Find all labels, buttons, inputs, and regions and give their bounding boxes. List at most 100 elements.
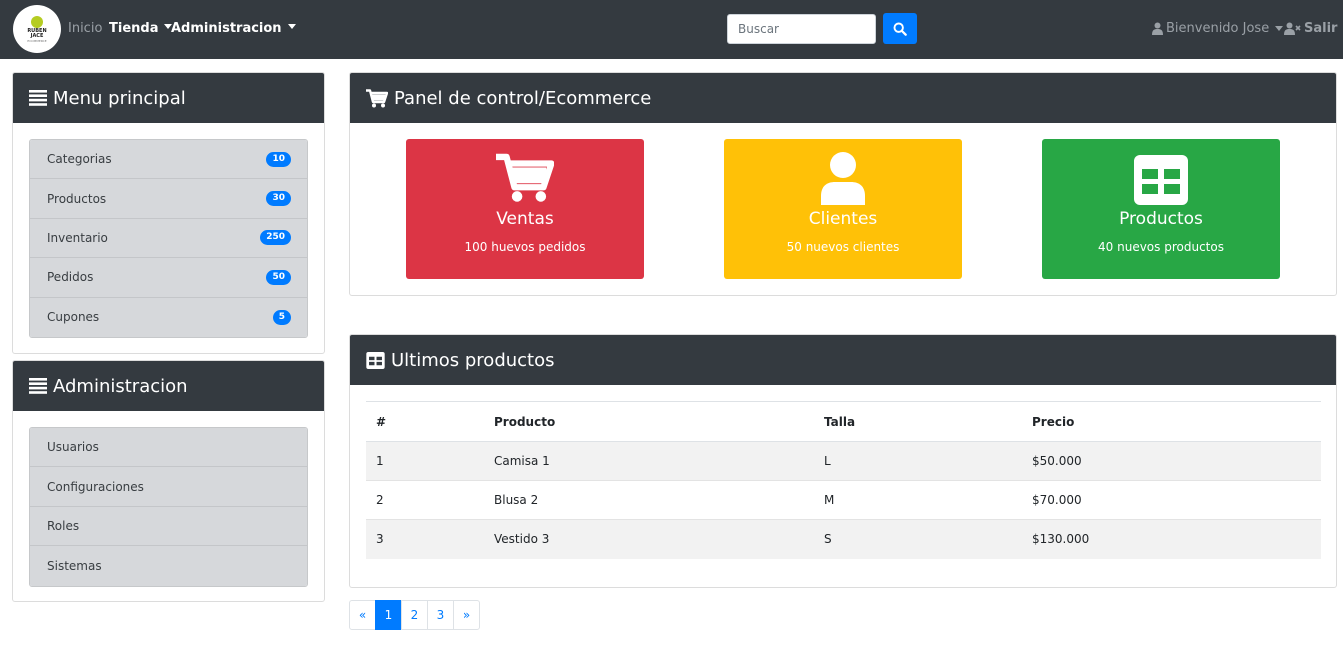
search-input[interactable] [727, 14, 876, 44]
search-icon [893, 22, 907, 36]
tile-ventas[interactable]: Ventas 100 huevos pedidos [406, 139, 644, 279]
pagination-next[interactable]: » [453, 600, 480, 630]
menu-item-label: Pedidos [47, 270, 94, 285]
bars-icon [29, 90, 47, 106]
logout-label: Salir [1304, 21, 1338, 36]
table-cell: Camisa 1 [484, 441, 814, 481]
tile-title: Clientes [808, 209, 878, 229]
logout-link[interactable]: Salir [1284, 20, 1337, 37]
products-table: # Producto Talla Precio 1 Camisa 1 L $50… [366, 401, 1321, 559]
table-header-row: # Producto Talla Precio [366, 401, 1321, 442]
admin-menu-list: Usuarios Configuraciones Roles Sistemas [29, 427, 308, 587]
user-icon [1152, 22, 1163, 35]
chevron-down-icon [1275, 26, 1284, 31]
column-header: Talla [814, 401, 1022, 442]
table-icon [1134, 155, 1188, 205]
user-dropdown[interactable]: Bienvenido Jose [1152, 20, 1284, 37]
welcome-label: Bienvenido Jose [1166, 21, 1270, 36]
top-navbar: RUBEN JACE ECOMMERCE Inicio Tienda Admin… [0, 0, 1343, 59]
main-menu-list: Categorias 10 Productos 30 Inventario 250 P… [29, 139, 308, 338]
pagination-page-1[interactable]: 1 [375, 600, 402, 630]
menu-item-label: Inventario [47, 230, 108, 245]
dashboard-header: Panel de control/Ecommerce [350, 73, 1336, 123]
count-badge: 5 [272, 309, 291, 325]
cart-icon [496, 153, 554, 202]
menu-item-label: Productos [47, 191, 107, 206]
tile-subtitle: 50 nuevos clientes [786, 240, 900, 254]
leaf-icon [31, 15, 43, 28]
nav-admin-label: Administracion [171, 21, 282, 36]
main-menu-card: Menu principal Categorias 10 Productos 30 … [12, 72, 325, 354]
menu-item-label: Configuraciones [47, 479, 144, 494]
chevron-down-icon [287, 24, 296, 29]
pagination-page-2[interactable]: 2 [401, 600, 428, 630]
menu-item-categorias[interactable]: Categorias 10 [30, 140, 307, 180]
tile-productos[interactable]: Productos 40 nuevos productos [1042, 139, 1280, 279]
menu-item-label: Usuarios [47, 440, 99, 455]
table-cell: $50.000 [1022, 441, 1321, 481]
table-icon [366, 351, 385, 369]
admin-menu-header: Administracion [13, 361, 324, 411]
user-times-icon [1284, 22, 1301, 35]
count-badge: 30 [266, 191, 291, 207]
menu-item-inventario[interactable]: Inventario 250 [30, 218, 307, 259]
admin-item-sistemas[interactable]: Sistemas [30, 546, 307, 586]
menu-item-productos[interactable]: Productos 30 [30, 179, 307, 219]
logo-line3: ECOMMERCE [27, 38, 47, 43]
table-cell: S [814, 519, 1022, 559]
latest-products-title: Ultimos productos [391, 349, 555, 371]
latest-products-header: Ultimos productos [350, 335, 1336, 385]
search-button[interactable] [883, 13, 917, 44]
pagination-prev[interactable]: « [349, 600, 376, 630]
menu-item-label: Roles [47, 518, 80, 533]
menu-item-label: Categorias [47, 152, 112, 167]
table-cell: 1 [366, 441, 484, 481]
table-cell: 3 [366, 519, 484, 559]
menu-item-label: Sistemas [47, 558, 102, 573]
admin-item-usuarios[interactable]: Usuarios [30, 428, 307, 468]
table-row: 2 Blusa 2 M $70.000 [366, 480, 1321, 520]
table-cell: 2 [366, 480, 484, 520]
menu-item-cupones[interactable]: Cupones 5 [30, 297, 307, 337]
latest-products-card: Ultimos productos # Producto Talla Preci… [349, 334, 1337, 588]
tile-subtitle: 100 huevos pedidos [464, 240, 586, 254]
column-header: Precio [1022, 401, 1321, 442]
column-header: # [366, 401, 484, 442]
admin-menu-card: Administracion Usuarios Configuraciones … [12, 360, 325, 602]
tile-title: Productos [1119, 209, 1203, 229]
nav-store-label: Tienda [109, 21, 159, 36]
table-cell: L [814, 441, 1022, 481]
menu-item-pedidos[interactable]: Pedidos 50 [30, 258, 307, 298]
tile-title: Ventas [496, 209, 554, 229]
bars-icon [29, 378, 47, 394]
nav-admin-dropdown[interactable]: Administracion [171, 20, 296, 37]
count-badge: 10 [266, 151, 291, 167]
nav-home-link[interactable]: Inicio [68, 20, 102, 37]
table-cell: $130.000 [1022, 519, 1321, 559]
user-icon [821, 152, 865, 205]
table-row: 1 Camisa 1 L $50.000 [366, 441, 1321, 481]
table-cell: M [814, 480, 1022, 520]
nav-store-dropdown[interactable]: Tienda [109, 20, 173, 37]
main-menu-header: Menu principal [13, 73, 324, 123]
table-cell: Vestido 3 [484, 519, 814, 559]
table-cell: Blusa 2 [484, 480, 814, 520]
count-badge: 250 [260, 230, 291, 246]
count-badge: 50 [266, 269, 291, 285]
admin-item-configuraciones[interactable]: Configuraciones [30, 467, 307, 507]
tile-subtitle: 40 nuevos productos [1098, 240, 1224, 254]
dashboard-card: Panel de control/Ecommerce Ventas 100 hu… [349, 72, 1337, 296]
table-row: 3 Vestido 3 S $130.000 [366, 519, 1321, 559]
menu-item-label: Cupones [47, 310, 100, 325]
brand-logo[interactable]: RUBEN JACE ECOMMERCE [13, 5, 61, 53]
pagination: « 1 2 3 » [349, 600, 480, 630]
column-header: Producto [484, 401, 814, 442]
cart-icon [366, 88, 388, 107]
main-menu-title: Menu principal [53, 87, 186, 109]
dashboard-title: Panel de control/Ecommerce [394, 87, 652, 109]
admin-item-roles[interactable]: Roles [30, 506, 307, 547]
table-cell: $70.000 [1022, 480, 1321, 520]
admin-menu-title: Administracion [53, 375, 188, 397]
pagination-page-3[interactable]: 3 [427, 600, 454, 630]
tile-clientes[interactable]: Clientes 50 nuevos clientes [724, 139, 962, 279]
